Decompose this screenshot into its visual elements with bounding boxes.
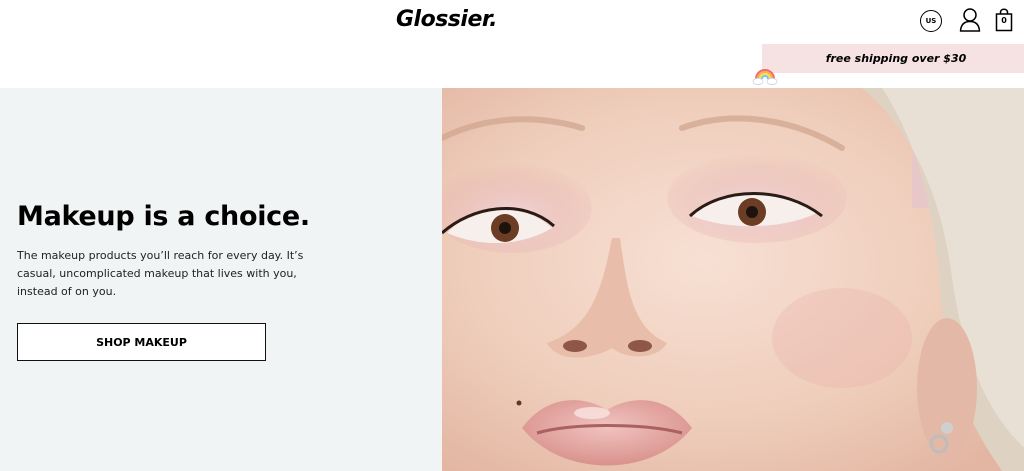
site-header: Glossier. US 0 free shipping over $30	[0, 0, 1024, 88]
shop-makeup-button[interactable]: SHOP MAKEUP	[17, 323, 266, 361]
logo[interactable]: Glossier.	[396, 4, 497, 36]
hero-title: Makeup is a choice.	[17, 201, 310, 232]
promo-text: free shipping over $30	[825, 52, 967, 65]
bag-count: 0	[1001, 16, 1007, 25]
user-icon	[959, 8, 981, 32]
region-label: US	[925, 17, 937, 25]
account-button[interactable]	[959, 8, 981, 32]
promo-banner: free shipping over $30	[762, 44, 1024, 73]
hero-image	[442, 88, 1024, 471]
shop-makeup-label: SHOP MAKEUP	[96, 335, 187, 349]
rainbow-icon	[752, 69, 778, 86]
shopping-bag-button[interactable]: 0	[995, 8, 1013, 32]
model-face-image	[442, 88, 1024, 471]
region-selector-button[interactable]: US	[920, 10, 942, 32]
hero-text-panel: Makeup is a choice. The makeup products …	[0, 88, 442, 471]
hero-description: The makeup products you’ll reach for eve…	[17, 249, 304, 298]
